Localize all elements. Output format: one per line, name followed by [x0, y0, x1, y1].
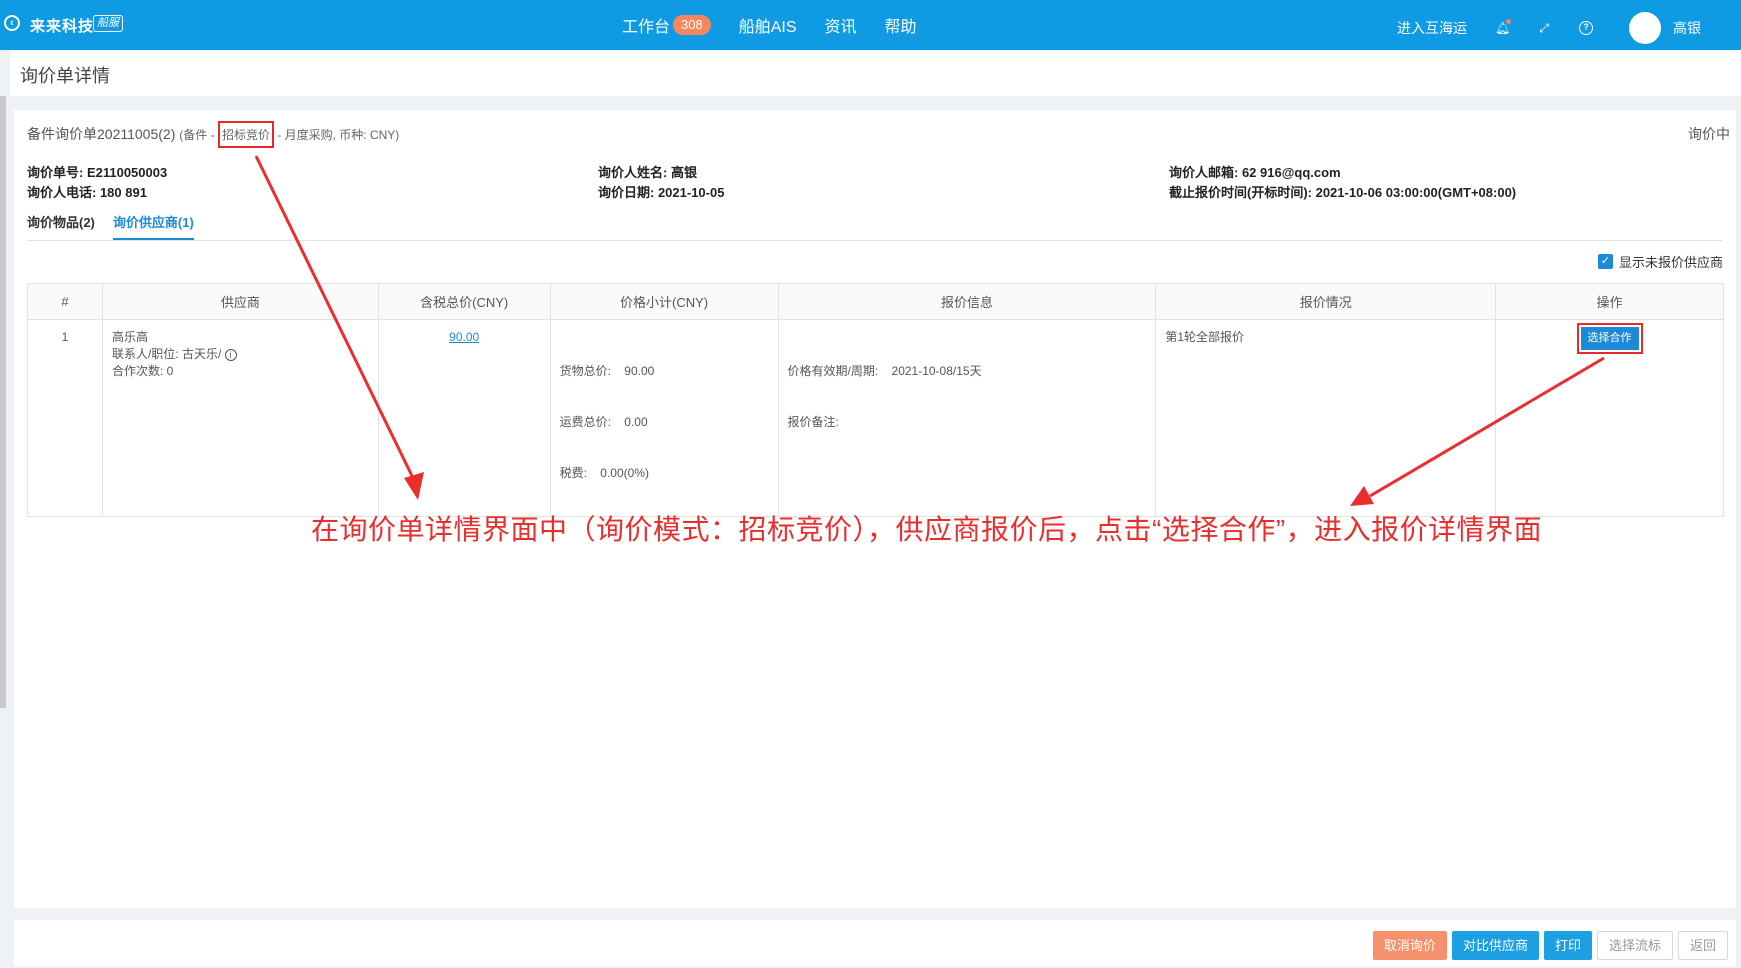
tab-suppliers[interactable]: 询价供应商(1): [112, 212, 194, 240]
supplier-contact: 联系人/职位: 古天乐/: [111, 347, 222, 361]
enter-huhaiyun-link[interactable]: 进入互海运: [1397, 18, 1467, 38]
back-button[interactable]: 返回: [1677, 931, 1728, 960]
table-row: 1 高乐高 联系人/职位: 古天乐/ i 合作次数: 0 90.00 货物总价:…: [27, 319, 1724, 517]
brand-name: 来来科技: [30, 18, 95, 35]
quote-status-cell: 第1轮全部报价: [1155, 319, 1497, 517]
col-subtotal: 价格小计(CNY): [549, 283, 779, 320]
col-index: #: [27, 283, 103, 320]
inquiry-name: 备件询价单20211005(2): [27, 126, 176, 142]
inquiry-date: 询价日期: 2021-10-05: [598, 185, 725, 200]
page-title-bar: 询价单详情: [10, 50, 1741, 96]
help-icon[interactable]: ?: [1579, 21, 1593, 35]
freight-total: 运费总价: 0.00: [559, 415, 648, 429]
fullscreen-icon[interactable]: ⤢: [1537, 21, 1551, 35]
tab-items[interactable]: 询价物品(2): [27, 212, 95, 240]
avatar: [1629, 12, 1661, 44]
inquiry-meta-suffix: - 月度采购, 币种: CNY): [273, 128, 400, 142]
nav-item-ais[interactable]: 船舶AIS: [739, 13, 797, 37]
page-title: 询价单详情: [20, 66, 110, 86]
inquiry-mode-highlight: 招标竞价: [217, 121, 274, 148]
nav-item-help[interactable]: 帮助: [885, 13, 917, 37]
checkbox-checked-icon[interactable]: ✓: [1597, 254, 1613, 269]
inquiry-header: 备件询价单20211005(2) (备件 - 招标竞价 - 月度采购, 币种: …: [27, 121, 400, 148]
compare-suppliers-button[interactable]: 对比供应商: [1451, 931, 1539, 960]
annotation-text: 在询价单详情界面中（询价模式：招标竞价），供应商报价后，点击“选择合作”，进入报…: [311, 514, 1543, 545]
header-actions: 进入互海运 🔔︎ ⤢ ? 高银: [1397, 12, 1701, 44]
quote-info-cell: 价格有效期/周期: 2021-10-08/15天 报价备注:: [777, 319, 1157, 517]
footer-bar: 取消询价 对比供应商 打印 选择流标 返回: [14, 920, 1736, 966]
table-header-row: # 供应商 含税总价(CNY) 价格小计(CNY) 报价信息 报价情况 操作: [27, 283, 1724, 320]
left-scroll-strip: [0, 96, 6, 708]
supplier-coop: 合作次数: 0: [111, 364, 174, 378]
inquirer-phone: 询价人电话: 180 891: [27, 185, 147, 200]
tab-bar: 询价物品(2) 询价供应商(1): [27, 212, 194, 240]
supplier-table: # 供应商 含税总价(CNY) 价格小计(CNY) 报价信息 报价情况 操作 1…: [27, 283, 1724, 517]
inquiry-number: 询价单号: E2110050003: [27, 165, 168, 180]
col-total: 含税总价(CNY): [377, 283, 551, 320]
user-name: 高银: [1673, 20, 1701, 36]
subtotal-cell: 货物总价: 90.00 运费总价: 0.00 税费: 0.00(0%): [549, 319, 779, 517]
quote-deadline: 截止报价时间(开标时间): 2021-10-06 03:00:00(GMT+08…: [1169, 185, 1517, 200]
select-cooperation-highlight: 选择合作: [1576, 323, 1643, 354]
inquirer-name: 询价人姓名: 高银: [598, 165, 697, 180]
cancel-inquiry-button[interactable]: 取消询价: [1372, 931, 1447, 960]
quote-remark: 报价备注:: [787, 415, 839, 429]
select-failed-bid-button[interactable]: 选择流标: [1596, 931, 1673, 960]
goods-total: 货物总价: 90.00: [559, 364, 655, 378]
price-validity: 价格有效期/周期: 2021-10-08/15天: [787, 364, 982, 378]
col-quote-info: 报价信息: [777, 283, 1157, 320]
show-unquoted-toggle[interactable]: ✓ 显示未报价供应商: [1597, 252, 1723, 271]
total-price-link[interactable]: 90.00: [449, 330, 479, 344]
action-cell: 选择合作: [1495, 319, 1724, 517]
bell-icon[interactable]: 🔔︎: [1495, 19, 1511, 35]
col-action: 操作: [1495, 283, 1724, 320]
info-icon[interactable]: i: [224, 349, 237, 361]
supplier-cell: 高乐高 联系人/职位: 古天乐/ i 合作次数: 0: [101, 319, 379, 517]
col-supplier: 供应商: [101, 283, 379, 320]
main-nav: 工作台 308 船舶AIS 资讯 帮助: [622, 13, 917, 37]
back-icon[interactable]: ‹: [4, 15, 20, 31]
tax-total: 税费: 0.00(0%): [559, 466, 649, 480]
show-unquoted-label: 显示未报价供应商: [1618, 255, 1723, 270]
footer-buttons: 取消询价 对比供应商 打印 选择流标 返回: [1372, 931, 1728, 960]
top-navigation-bar: ‹ 来来科技 船服 工作台 308 船舶AIS 资讯 帮助 进入互海运 🔔︎ ⤢…: [0, 0, 1741, 50]
row-index: 1: [27, 319, 103, 517]
status-badge: 询价中: [1688, 126, 1730, 142]
inquiry-meta-prefix: (备件 -: [179, 128, 218, 142]
supplier-contact-line: 联系人/职位: 古天乐/ i: [112, 346, 369, 363]
nav-item-workbench[interactable]: 工作台 308: [622, 13, 711, 37]
total-cell: 90.00: [377, 319, 551, 517]
nav-item-news[interactable]: 资讯: [825, 13, 857, 37]
select-cooperation-button[interactable]: 选择合作: [1580, 327, 1639, 350]
inquirer-email: 询价人邮箱: 62 916@qq.com: [1169, 165, 1341, 180]
col-quote-status: 报价情况: [1155, 283, 1497, 320]
print-button[interactable]: 打印: [1543, 931, 1592, 960]
tab-divider: [27, 240, 1722, 241]
brand-tag: 船服: [93, 15, 123, 32]
supplier-name: 高乐高: [111, 330, 148, 344]
workbench-count-badge: 308: [673, 15, 711, 35]
user-menu[interactable]: 高银: [1629, 12, 1701, 44]
nav-label-workbench: 工作台: [622, 19, 671, 36]
